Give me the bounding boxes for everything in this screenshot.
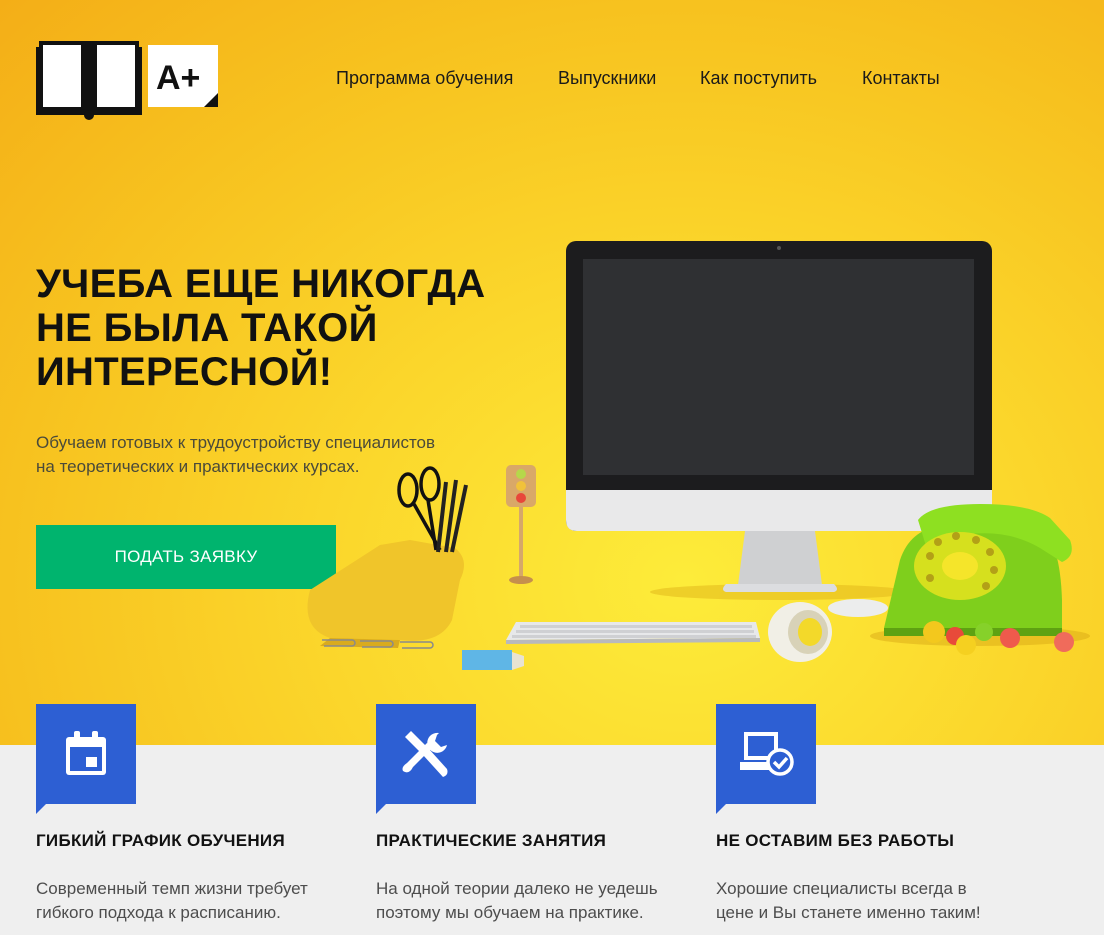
feature-text-line: На одной теории далеко не уедешь [376,879,658,898]
hero-section: A+ Программа обучения Выпускники Как пос… [0,0,1104,745]
feature-text-line: Хорошие специалисты всегда в [716,879,967,898]
feature-text-line: гибкого подхода к расписанию. [36,903,281,922]
hero-illustration [307,241,1090,670]
feature-title: ГИБКИЙ ГРАФИК ОБУЧЕНИЯ [36,831,285,850]
feature-badge [716,704,816,814]
feature-text-line: Современный темп жизни требует [36,879,308,898]
feature-flexible-schedule: ГИБКИЙ ГРАФИК ОБУЧЕНИЯ Современный темп … [36,704,356,925]
hand-illustration [307,466,468,648]
tape-illustration [768,602,832,662]
laptop-check-icon [740,732,794,776]
traffic-light-illustration [506,465,536,584]
feature-title: НЕ ОСТАВИМ БЕЗ РАБОТЫ [716,831,955,850]
feature-practical-classes: ПРАКТИЧЕСКИЕ ЗАНЯТИЯ На одной теории дал… [376,704,696,925]
tools-icon [402,731,448,777]
feature-text: На одной теории далеко не уедешь поэтому… [376,877,686,925]
feature-text-line: поэтому мы обучаем на практике. [376,903,644,922]
feature-badge [36,704,136,814]
feature-title: ПРАКТИЧЕСКИЕ ЗАНЯТИЯ [376,831,607,850]
calendar-icon [66,731,106,775]
keyboard-illustration [506,622,760,644]
mouse-illustration [828,599,888,617]
feature-text: Хорошие специалисты всегда в цене и Вы с… [716,877,1026,925]
feature-badge [376,704,476,814]
feature-text-line: цене и Вы станете именно таким! [716,903,981,922]
feature-text: Современный темп жизни требует гибкого п… [36,877,346,925]
glue-stick-illustration [462,650,524,670]
feature-job-guarantee: НЕ ОСТАВИМ БЕЗ РАБОТЫ Хорошие специалист… [716,704,1036,925]
